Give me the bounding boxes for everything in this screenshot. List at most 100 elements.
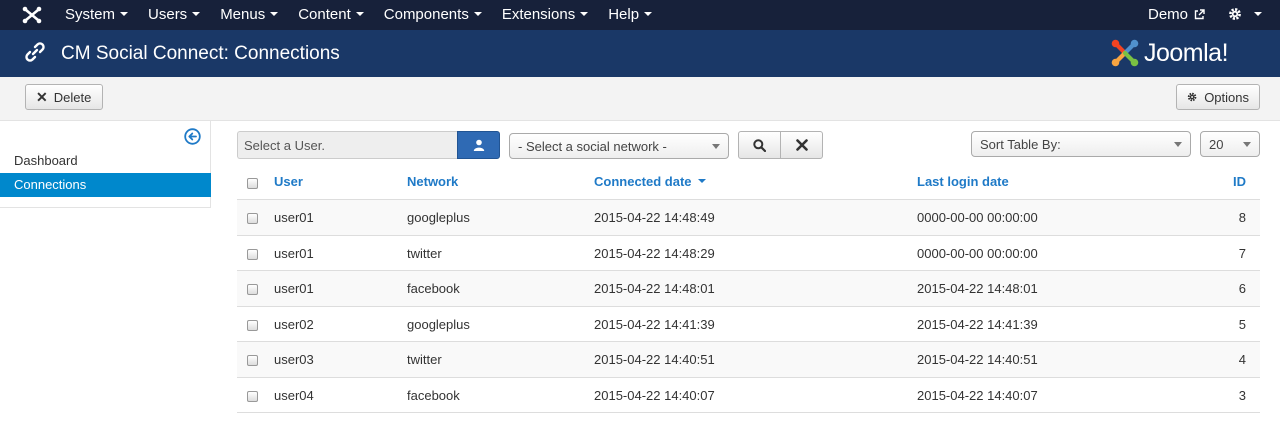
cell-user: user01	[274, 281, 314, 296]
cell-last-login-date: 2015-04-22 14:40:07	[917, 387, 1038, 403]
gear-icon	[1187, 92, 1197, 102]
cell-user: user02	[274, 316, 314, 332]
menu-label: Menus	[220, 6, 266, 23]
cell-last-login-date: 2015-04-22 14:41:39	[917, 316, 1038, 332]
joomla-logo-icon[interactable]	[22, 6, 42, 24]
sort-desc-icon	[697, 179, 706, 183]
sidebar-item-connections[interactable]: Connections	[0, 173, 211, 197]
row-checkbox[interactable]	[247, 319, 258, 331]
column-header-connected-date[interactable]: Connected date	[594, 174, 706, 189]
joomla-brand: Joomla!	[1110, 36, 1229, 70]
cell-network: googleplus	[407, 316, 470, 332]
sort-table-select-value: Sort Table By:	[980, 136, 1061, 152]
site-link[interactable]: Demo	[1148, 0, 1205, 30]
search-button[interactable]	[738, 131, 781, 159]
caret-down-icon	[120, 12, 129, 16]
menu-menus[interactable]: Menus	[220, 0, 279, 30]
connections-table: User Network Connected date Last login d…	[237, 164, 1260, 413]
chevron-down-icon	[1174, 142, 1182, 147]
row-checkbox[interactable]	[247, 355, 258, 366]
cell-last-login-date: 0000-00-00 00:00:00	[917, 245, 1038, 261]
top-navbar: System Users Menus Content Components Ex…	[0, 0, 1280, 30]
cell-last-login-date: 2015-04-22 14:40:51	[917, 352, 1038, 367]
close-icon	[795, 139, 808, 151]
table-header: User Network Connected date Last login d…	[237, 164, 1260, 200]
delete-button-label: Delete	[53, 89, 92, 105]
options-button[interactable]: Options	[1176, 84, 1260, 110]
list-limit-select-value: 20	[1209, 136, 1224, 152]
search-icon	[753, 138, 766, 152]
list-limit-select[interactable]: 20	[1200, 131, 1260, 157]
cell-id: 6	[1238, 281, 1246, 296]
column-header-label: Connected date	[594, 174, 692, 189]
caret-down-icon	[644, 12, 653, 16]
cell-network: twitter	[407, 245, 442, 261]
clear-filters-button[interactable]	[780, 131, 823, 159]
column-header-id[interactable]: ID	[1233, 174, 1246, 189]
user-select-input[interactable]: Select a User.	[237, 131, 457, 159]
column-header-network[interactable]: Network	[407, 174, 458, 189]
cell-connected-date: 2015-04-22 14:40:51	[594, 352, 715, 367]
cell-connected-date: 2015-04-22 14:48:29	[594, 245, 715, 261]
cell-last-login-date: 2015-04-22 14:48:01	[917, 281, 1038, 296]
table-row: user03 twitter 2015-04-22 14:40:51 2015-…	[237, 342, 1260, 378]
caret-down-icon	[473, 12, 482, 16]
table-row: user02 googleplus 2015-04-22 14:41:39 20…	[237, 307, 1260, 342]
cell-connected-date: 2015-04-22 14:40:07	[594, 387, 715, 403]
cell-id: 4	[1238, 352, 1246, 367]
select-all-checkbox[interactable]	[247, 178, 258, 189]
menu-components[interactable]: Components	[384, 0, 482, 30]
social-network-select[interactable]: - Select a social network -	[509, 133, 729, 159]
menu-label: Extensions	[501, 6, 576, 23]
sidebar-item-dashboard[interactable]: Dashboard	[0, 149, 211, 173]
table-row: user01 facebook 2015-04-22 14:48:01 2015…	[237, 271, 1260, 307]
cell-user: user04	[274, 387, 314, 403]
cell-id: 7	[1238, 245, 1246, 261]
cell-connected-date: 2015-04-22 14:48:49	[594, 210, 715, 225]
menu-extensions[interactable]: Extensions	[501, 0, 589, 30]
site-link-label: Demo	[1148, 6, 1189, 23]
options-button-label: Options	[1204, 89, 1249, 105]
cell-network: facebook	[407, 281, 460, 296]
menu-label: Content	[298, 6, 351, 23]
sort-table-select[interactable]: Sort Table By:	[971, 131, 1191, 157]
link-icon	[25, 42, 45, 62]
row-checkbox[interactable]	[247, 248, 258, 260]
cell-id: 5	[1238, 316, 1246, 332]
menu-label: System	[65, 6, 116, 23]
social-network-select-value: - Select a social network -	[518, 138, 667, 154]
cell-network: googleplus	[407, 210, 470, 225]
main-menu: System Users Menus Content Components Ex…	[65, 0, 672, 30]
menu-label: Users	[148, 6, 188, 23]
cell-id: 3	[1238, 387, 1246, 403]
joomla-wordmark: Joomla!	[1144, 38, 1229, 67]
external-link-icon	[1194, 9, 1205, 20]
row-checkbox[interactable]	[247, 213, 258, 224]
settings-menu[interactable]	[1228, 0, 1262, 30]
menu-system[interactable]: System	[65, 0, 129, 30]
cell-user: user01	[274, 210, 314, 225]
table-row: user01 twitter 2015-04-22 14:48:29 0000-…	[237, 236, 1260, 271]
cell-connected-date: 2015-04-22 14:48:01	[594, 281, 715, 296]
column-header-last-login-date[interactable]: Last login date	[917, 174, 1009, 189]
collapse-sidebar-icon[interactable]	[184, 128, 201, 145]
menu-users[interactable]: Users	[148, 0, 201, 30]
column-header-user[interactable]: User	[274, 174, 303, 189]
caret-down-icon	[192, 12, 201, 16]
cell-user: user03	[274, 352, 314, 367]
table-row: user01 googleplus 2015-04-22 14:48:49 00…	[237, 200, 1260, 236]
page-title: CM Social Connect: Connections	[61, 43, 340, 64]
menu-help[interactable]: Help	[608, 0, 653, 30]
gear-icon	[1229, 8, 1241, 20]
chevron-down-icon	[712, 144, 720, 149]
table-row: user04 facebook 2015-04-22 14:40:07 2015…	[237, 378, 1260, 413]
chevron-down-icon	[1243, 142, 1251, 147]
page-header: CM Social Connect: Connections Joomla!	[0, 30, 1280, 77]
row-checkbox[interactable]	[247, 390, 258, 402]
delete-button[interactable]: ✕ Delete	[25, 84, 103, 110]
caret-down-icon	[580, 12, 589, 16]
row-checkbox[interactable]	[247, 284, 258, 295]
user-select-placeholder: Select a User.	[244, 137, 325, 153]
select-user-button[interactable]	[457, 131, 500, 159]
menu-content[interactable]: Content	[298, 0, 364, 30]
